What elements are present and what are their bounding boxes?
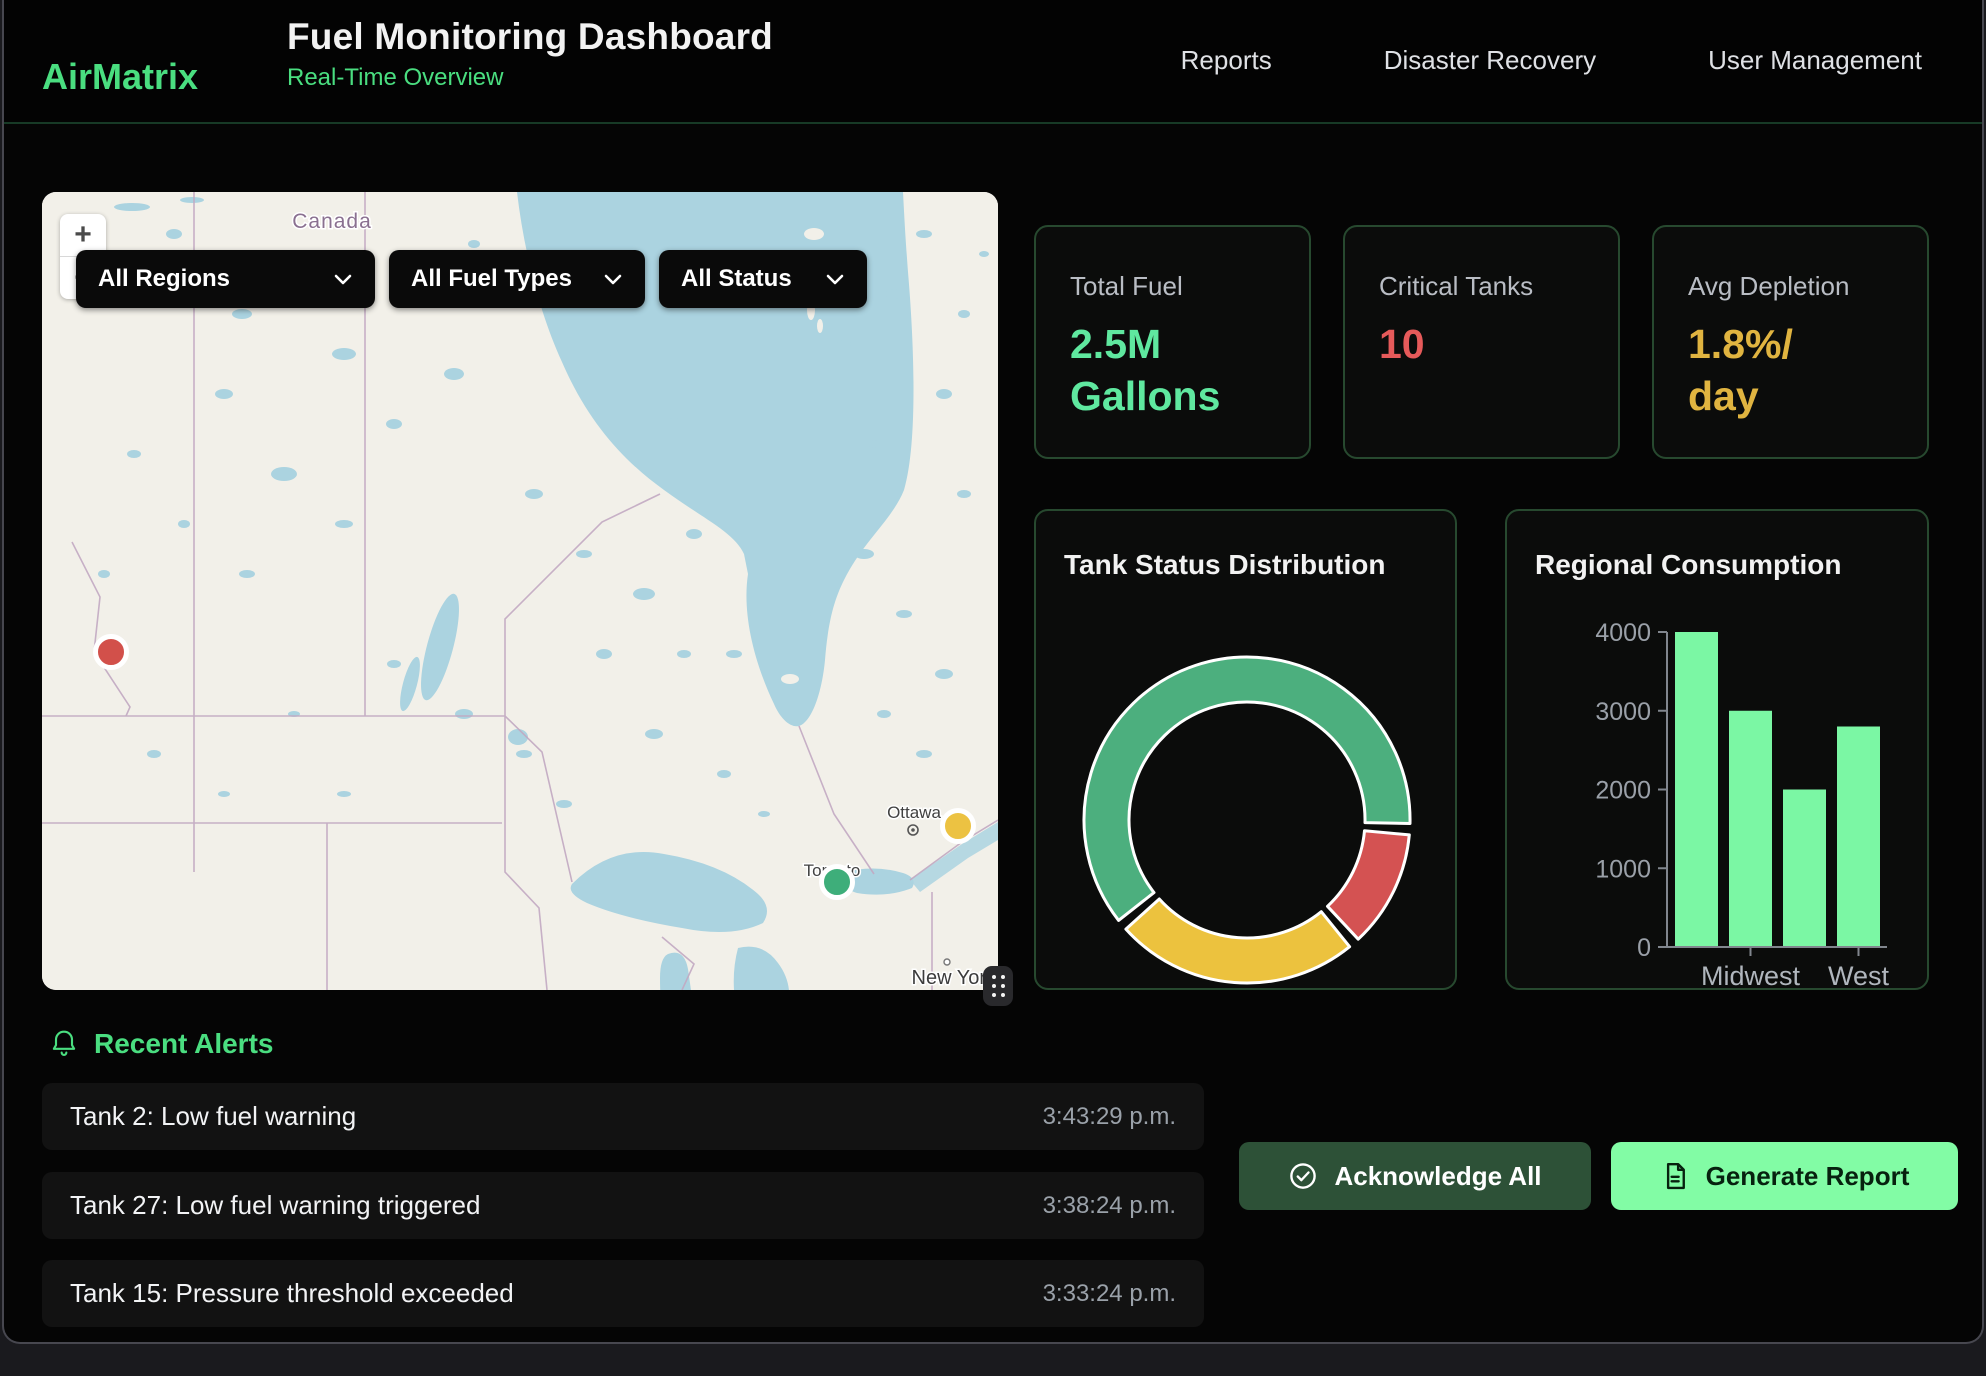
bell-icon (48, 1028, 80, 1060)
dashboard-panel: AirMatrix Fuel Monitoring Dashboard Real… (2, 0, 1984, 1344)
map-marker-warning[interactable] (943, 811, 974, 842)
map-viewport[interactable]: Canada Ottawa Toronto New York (42, 192, 998, 990)
header: AirMatrix Fuel Monitoring Dashboard Real… (4, 0, 1982, 124)
page-subtitle: Real-Time Overview (287, 64, 773, 92)
donut-chart (1036, 511, 1459, 992)
nav-disaster-recovery[interactable]: Disaster Recovery (1384, 45, 1596, 76)
regional-consumption-card: Regional Consumption 01000200030004000Mi… (1505, 509, 1929, 990)
map-lake (508, 729, 528, 745)
bar (1675, 632, 1718, 947)
map-island (817, 319, 823, 333)
map-filters: All Regions All Fuel Types All Status (76, 250, 867, 308)
stat-card-avg-depletion: Avg Depletion 1.8%/ day (1652, 225, 1929, 459)
fuel-type-filter-value: All Fuel Types (411, 265, 572, 293)
alert-row: Tank 15: Pressure threshold exceeded 3:3… (42, 1260, 1204, 1327)
generate-report-label: Generate Report (1706, 1161, 1910, 1192)
map-label-canada: Canada (292, 210, 372, 233)
bar (1837, 727, 1880, 948)
alert-message: Tank 2: Low fuel warning (70, 1101, 356, 1132)
alert-message: Tank 27: Low fuel warning triggered (70, 1190, 480, 1221)
bar-ytick: 3000 (1595, 698, 1651, 726)
tank-status-card: Tank Status Distribution (1034, 509, 1457, 990)
generate-report-button[interactable]: Generate Report (1611, 1142, 1958, 1210)
nav-reports[interactable]: Reports (1181, 45, 1272, 76)
alert-row: Tank 2: Low fuel warning 3:43:29 p.m. (42, 1083, 1204, 1150)
bar-ytick: 0 (1637, 934, 1651, 962)
main-nav: Reports Disaster Recovery User Managemen… (1181, 45, 1922, 76)
status-filter-dropdown[interactable]: All Status (659, 250, 867, 308)
map-island (781, 674, 799, 684)
alert-time: 3:38:24 p.m. (1043, 1192, 1176, 1220)
nav-user-management[interactable]: User Management (1708, 45, 1922, 76)
acknowledge-all-button[interactable]: Acknowledge All (1239, 1142, 1591, 1210)
brand-logo: AirMatrix (42, 56, 198, 98)
map-island (804, 228, 824, 240)
stat-label: Avg Depletion (1688, 271, 1893, 302)
bar-ytick: 2000 (1595, 777, 1651, 805)
stat-label: Total Fuel (1070, 271, 1275, 302)
stat-value: 10 (1379, 318, 1584, 370)
stat-value: 1.8%/ day (1688, 318, 1893, 422)
stats-row: Total Fuel 2.5M Gallons Critical Tanks 1… (1034, 225, 1929, 459)
donut-segment (1126, 899, 1350, 983)
bar-ytick: 1000 (1595, 855, 1651, 883)
donut-segment (1328, 831, 1410, 939)
bar-chart: 0 1000 2000 3000 4000 Midwest West (1507, 511, 1931, 992)
fuel-type-filter-dropdown[interactable]: All Fuel Types (389, 250, 645, 308)
stat-card-critical-tanks: Critical Tanks 10 (1343, 225, 1620, 459)
stat-label: Critical Tanks (1379, 271, 1584, 302)
alerts-title: Recent Alerts (94, 1028, 273, 1060)
chevron-down-icon (603, 272, 623, 286)
stat-card-total-fuel: Total Fuel 2.5M Gallons (1034, 225, 1311, 459)
alert-message: Tank 15: Pressure threshold exceeded (70, 1278, 514, 1309)
map-canvas: Canada Ottawa Toronto New York (42, 192, 998, 990)
status-filter-value: All Status (681, 265, 792, 293)
bar-category-label: Midwest (1701, 961, 1801, 991)
document-icon (1660, 1161, 1690, 1191)
chevron-down-icon (825, 272, 845, 286)
map-label-ottawa: Ottawa (887, 803, 941, 822)
map-marker-normal[interactable] (822, 867, 853, 898)
check-circle-icon (1288, 1161, 1318, 1191)
stat-value: 2.5M Gallons (1070, 318, 1275, 422)
alerts-header: Recent Alerts (48, 1028, 273, 1060)
page-title: Fuel Monitoring Dashboard (287, 16, 773, 58)
map-container: Canada Ottawa Toronto New York + − (42, 192, 998, 990)
acknowledge-all-label: Acknowledge All (1334, 1161, 1541, 1192)
bar-category-label: West (1828, 961, 1890, 991)
alert-time: 3:43:29 p.m. (1043, 1103, 1176, 1131)
alert-row: Tank 27: Low fuel warning triggered 3:38… (42, 1172, 1204, 1239)
bar (1783, 790, 1826, 948)
map-marker-critical[interactable] (96, 637, 127, 668)
alert-time: 3:33:24 p.m. (1043, 1280, 1176, 1308)
bar-ytick: 4000 (1595, 619, 1651, 647)
region-filter-value: All Regions (98, 265, 230, 293)
map-drag-handle-icon[interactable] (983, 966, 1013, 1006)
title-block: Fuel Monitoring Dashboard Real-Time Over… (287, 16, 773, 92)
region-filter-dropdown[interactable]: All Regions (76, 250, 375, 308)
chevron-down-icon (333, 272, 353, 286)
bar (1729, 711, 1772, 947)
